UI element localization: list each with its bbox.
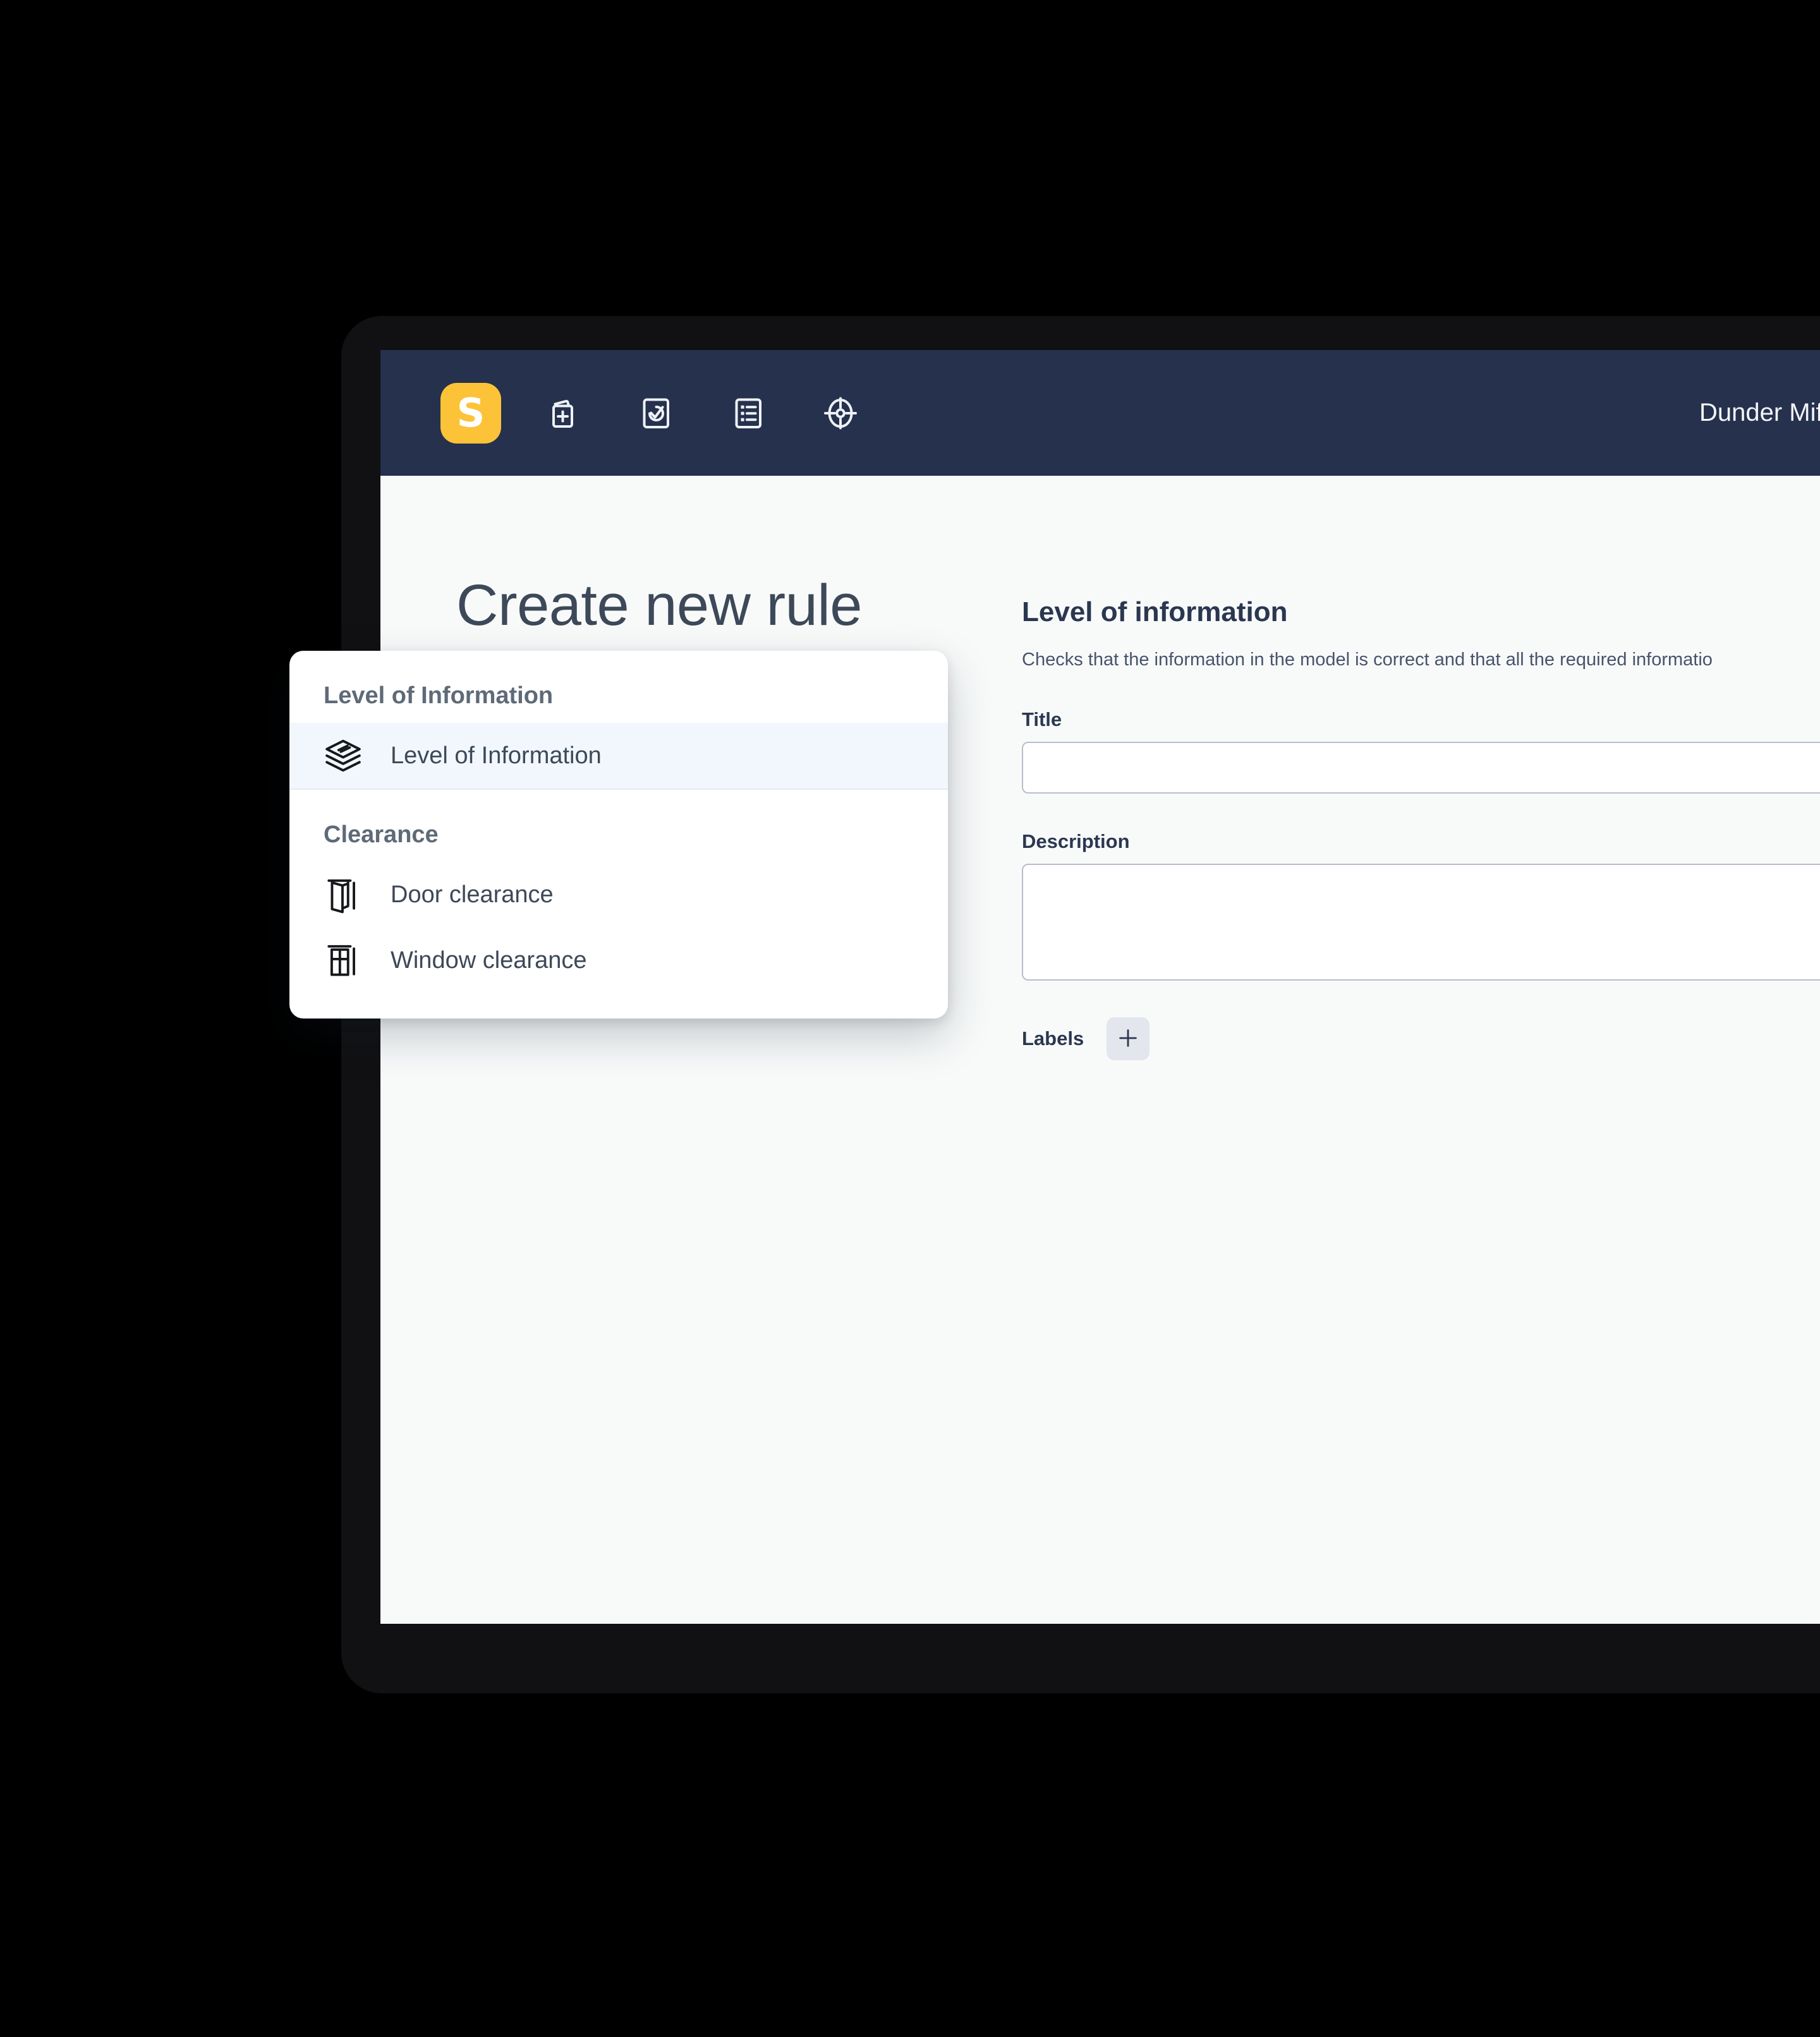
rule-type-dropdown-panel: Level of Information Level of Informatio…	[289, 651, 948, 1019]
crosshair-target-icon[interactable]	[810, 382, 871, 444]
form-heading: Level of information	[1022, 596, 1288, 627]
page-title: Create new rule	[456, 572, 862, 638]
nav-icon-group: S	[380, 382, 902, 444]
door-icon	[324, 875, 363, 914]
window-icon	[324, 941, 363, 980]
add-file-icon[interactable]	[533, 382, 595, 444]
rule-form: Level of information Checks that the inf…	[1022, 596, 1820, 1060]
panel-item-window-clearance[interactable]: Window clearance	[289, 928, 948, 993]
panel-item-label: Door clearance	[391, 881, 554, 908]
checkbox-check-icon[interactable]	[625, 382, 687, 444]
panel-item-door-clearance[interactable]: Door clearance	[289, 862, 948, 928]
layers-icon	[324, 736, 363, 775]
description-input[interactable]	[1022, 864, 1820, 981]
plus-icon	[1115, 1025, 1141, 1053]
title-input[interactable]	[1022, 742, 1820, 794]
top-navigation-bar: S Dunder Mif	[380, 350, 1820, 476]
organization-name: Dunder Mifflin	[1699, 399, 1820, 426]
title-field-label: Title	[1022, 708, 1062, 730]
labels-field-label: Labels	[1022, 1027, 1084, 1049]
panel-item-label: Level of Information	[391, 742, 602, 769]
panel-group-title-level-of-information: Level of Information	[324, 682, 554, 709]
panel-group-title-clearance: Clearance	[324, 821, 439, 848]
brand-logo[interactable]: S	[440, 382, 501, 444]
panel-item-level-of-information[interactable]: Level of Information	[289, 723, 948, 789]
form-description-text: Checks that the information in the model…	[1022, 650, 1713, 670]
add-label-button[interactable]	[1107, 1017, 1150, 1060]
labels-row: Labels	[1022, 1017, 1820, 1060]
panel-item-label: Window clearance	[391, 946, 587, 974]
description-field-label: Description	[1022, 830, 1130, 852]
checklist-icon[interactable]	[717, 382, 779, 444]
